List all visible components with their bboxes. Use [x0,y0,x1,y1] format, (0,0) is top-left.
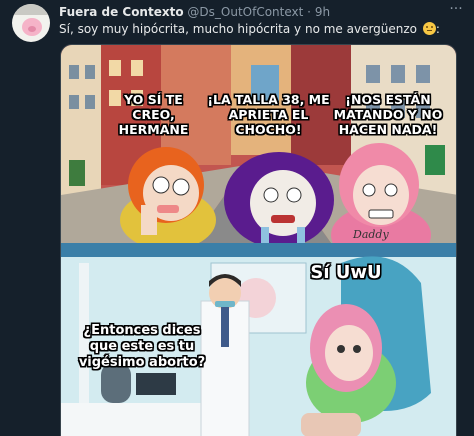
tweet-image[interactable]: YO SÍ TE CREO, HERMANE ¡LA TALLA 38, ME … [60,44,457,436]
display-name[interactable]: Fuera de Contexto [59,5,184,19]
question-caption: ¿Entonces dices que este es tu vigésimo … [78,323,206,370]
timestamp[interactable]: 9h [315,5,330,19]
user-handle[interactable]: @Ds_OutOfContext [187,5,303,19]
caption-right: ¡NOS ESTÁN MATANDO Y NO HACEN NADA! [333,92,443,137]
tweet-text: Sí, soy muy hipócrita, mucho hipócrita y… [59,21,440,37]
more-dots-icon[interactable]: ··· [446,2,466,18]
answer-caption: Sí UwU [310,262,382,283]
street-scene [61,45,456,243]
avatar[interactable] [12,4,50,42]
grimace-emoji-icon [422,22,436,35]
separator: · [307,5,311,19]
tweet-suffix: : [435,22,440,36]
meme-bottom-panel: ¿Entonces dices que este es tu vigésimo … [61,243,456,436]
tweet[interactable]: Fuera de Contexto @Ds_OutOfContext · 9h … [0,0,474,436]
meme-top-panel: YO SÍ TE CREO, HERMANE ¡LA TALLA 38, ME … [61,45,456,243]
tweet-body: Sí, soy muy hipócrita, mucho hipócrita y… [59,22,418,36]
tweet-header: Fuera de Contexto @Ds_OutOfContext · 9h [59,4,330,20]
shirt-text: Daddy [353,228,389,241]
